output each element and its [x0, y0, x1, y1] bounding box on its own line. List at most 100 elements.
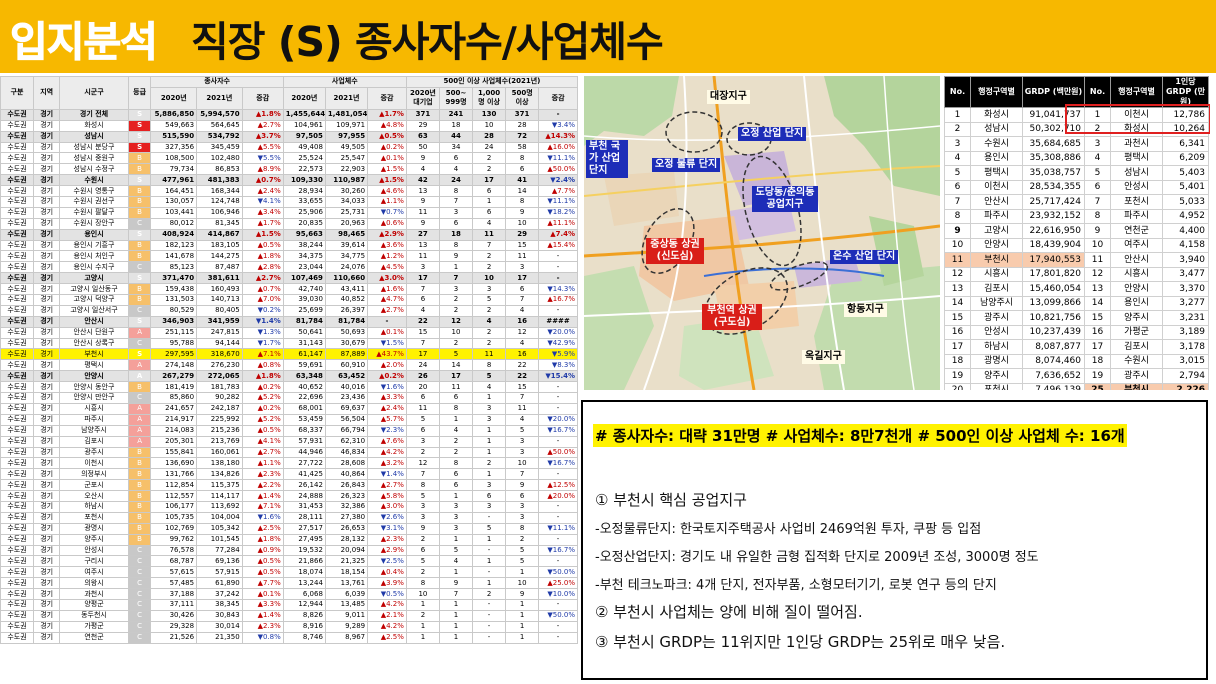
table-cell: 경기	[33, 272, 61, 285]
table-cell: 경기	[33, 598, 61, 611]
note-item1: ① 부천시 핵심 공업지구	[595, 491, 747, 509]
map-label-ojeong-logistics: 오정 물류 단지	[652, 158, 721, 172]
table-cell: 수도권	[0, 402, 35, 415]
table-cell: 1	[438, 598, 474, 611]
table-cell: -	[538, 381, 578, 394]
grade-badge: A	[127, 359, 152, 372]
table-cell: 안양시 만안구	[59, 392, 129, 404]
table-cell: 평택시	[59, 359, 129, 372]
grade-badge: A	[127, 370, 152, 383]
table-cell: ▲1.8%	[241, 250, 284, 263]
grdp-cell: 7,636,652	[1022, 368, 1085, 384]
table-cell: 수도권	[0, 555, 35, 568]
table-cell: 용인시 기흥구	[59, 239, 129, 252]
table-cell: ▲0.5%	[241, 424, 284, 437]
employee-business-table: 구분 지역 시군구 등급 종사자수 사업체수 500인 이상 사업체수(2021…	[0, 76, 578, 684]
table-cell: 수도권	[0, 544, 35, 557]
table-cell: 26,653	[324, 522, 369, 535]
table-cell: 97,505	[282, 130, 326, 143]
table-cell: 14	[505, 185, 540, 198]
table-cell: ▲4.6%	[367, 185, 407, 198]
table-cell: 164,451	[150, 185, 198, 198]
table-cell: 3	[505, 446, 540, 459]
table-cell: 1	[505, 631, 540, 644]
grdp-row: 19 양주시 7,636,652 19 광주시 2,794	[944, 368, 1209, 384]
table-cell: 28	[505, 119, 540, 132]
grdp-row: 7 안산시 25,717,424 7 포천시 5,033	[944, 194, 1209, 210]
table-cell: 12	[505, 326, 540, 339]
grade-badge: C	[127, 555, 152, 568]
table-cell: 1	[472, 392, 507, 404]
table-cell: 29	[505, 228, 540, 241]
table-cell: 14	[438, 359, 474, 372]
table-cell: 수도권	[0, 294, 35, 306]
table-cell: 87,487	[196, 261, 243, 274]
table-cell: 22,696	[282, 392, 326, 404]
table-cell: ▼42.9%	[538, 337, 578, 350]
grdp-cell: 수원시	[970, 136, 1023, 152]
table-cell: 140,713	[196, 294, 243, 306]
grdp-cell: 고양시	[970, 223, 1023, 239]
grade-badge: B	[127, 446, 152, 459]
table-cell: ▼0.2%	[241, 304, 284, 317]
grade-badge: C	[127, 577, 152, 590]
table-cell: 경기	[33, 348, 61, 361]
table-cell: 4	[405, 304, 440, 317]
table-cell: 안양시	[59, 370, 129, 383]
table-cell: 경기	[33, 446, 61, 459]
grade-badge: C	[127, 631, 152, 644]
grdp-cell: 2,794	[1162, 368, 1209, 384]
grdp-cell: 3,940	[1162, 252, 1209, 268]
table-cell: 50,693	[324, 326, 369, 339]
table-cell: 16	[505, 315, 540, 328]
table-cell: 39,614	[324, 239, 369, 252]
table-row: 수도권 경기 안산시 상록구 C 95,788 94,144 ▼1.7% 31,143 30,6…	[0, 337, 578, 350]
grade-badge: S	[127, 315, 152, 328]
table-cell: 41,425	[282, 468, 326, 481]
table-cell: 수도권	[0, 598, 35, 611]
table-cell: 27,722	[282, 457, 326, 470]
table-cell: 28	[472, 130, 507, 143]
table-cell: 17	[405, 348, 440, 361]
grdp-cell: 이천시	[970, 179, 1023, 195]
table-cell: 수도권	[0, 326, 35, 339]
table-cell: 11	[405, 402, 440, 415]
table-cell: 연천군	[59, 631, 129, 644]
table-cell: 경기	[33, 196, 61, 208]
table-cell: ▲1.5%	[367, 163, 407, 176]
grade-badge: A	[127, 435, 152, 448]
grdp-cell: 10	[944, 237, 971, 253]
table-cell: 24,076	[324, 261, 369, 274]
table-cell: -	[538, 250, 578, 263]
table-cell: 182,123	[150, 239, 198, 252]
table-cell: 15	[505, 381, 540, 394]
table-cell: 141,678	[150, 250, 198, 263]
table-cell: 8,967	[324, 631, 369, 644]
table-cell: 61,890	[196, 577, 243, 590]
table-cell: 용인시 처인구	[59, 250, 129, 263]
grdp-cell: 12	[944, 266, 971, 282]
table-row: 수도권 경기 화성시 S 549,663 564,645 ▲2.7% 104,961 109,9…	[0, 119, 578, 132]
map-label-hangdong: 항동지구	[844, 303, 887, 317]
table-row: 수도권 경기 가평군 C 29,328 30,014 ▲2.3% 8,916 9,289 ▲4.2…	[0, 620, 578, 633]
table-cell: ▼2.6%	[367, 511, 407, 524]
table-cell: -	[472, 609, 507, 622]
table-cell: 3	[438, 511, 474, 524]
table-cell: 2	[472, 250, 507, 263]
table-cell: 4	[505, 337, 540, 350]
grdp-cell: 4,400	[1162, 223, 1209, 239]
grdp-row: 14 남양주시 13,099,866 14 용인시 3,277	[944, 295, 1209, 311]
table-cell: 수도권	[0, 272, 35, 285]
table-cell: 8	[438, 239, 474, 252]
grdp-cell: 안산시	[1110, 252, 1163, 268]
header-large-500up: 500명 이상	[505, 86, 540, 110]
grade-badge: A	[127, 424, 152, 437]
table-cell: 22	[505, 370, 540, 383]
table-cell: 하남시	[59, 500, 129, 513]
table-cell: 7	[438, 588, 474, 600]
table-cell: 564,645	[196, 119, 243, 132]
table-cell: 7	[505, 294, 540, 306]
table-cell: 5,886,850	[150, 108, 198, 121]
table-cell: 3	[405, 511, 440, 524]
table-cell: 경기	[33, 435, 61, 448]
